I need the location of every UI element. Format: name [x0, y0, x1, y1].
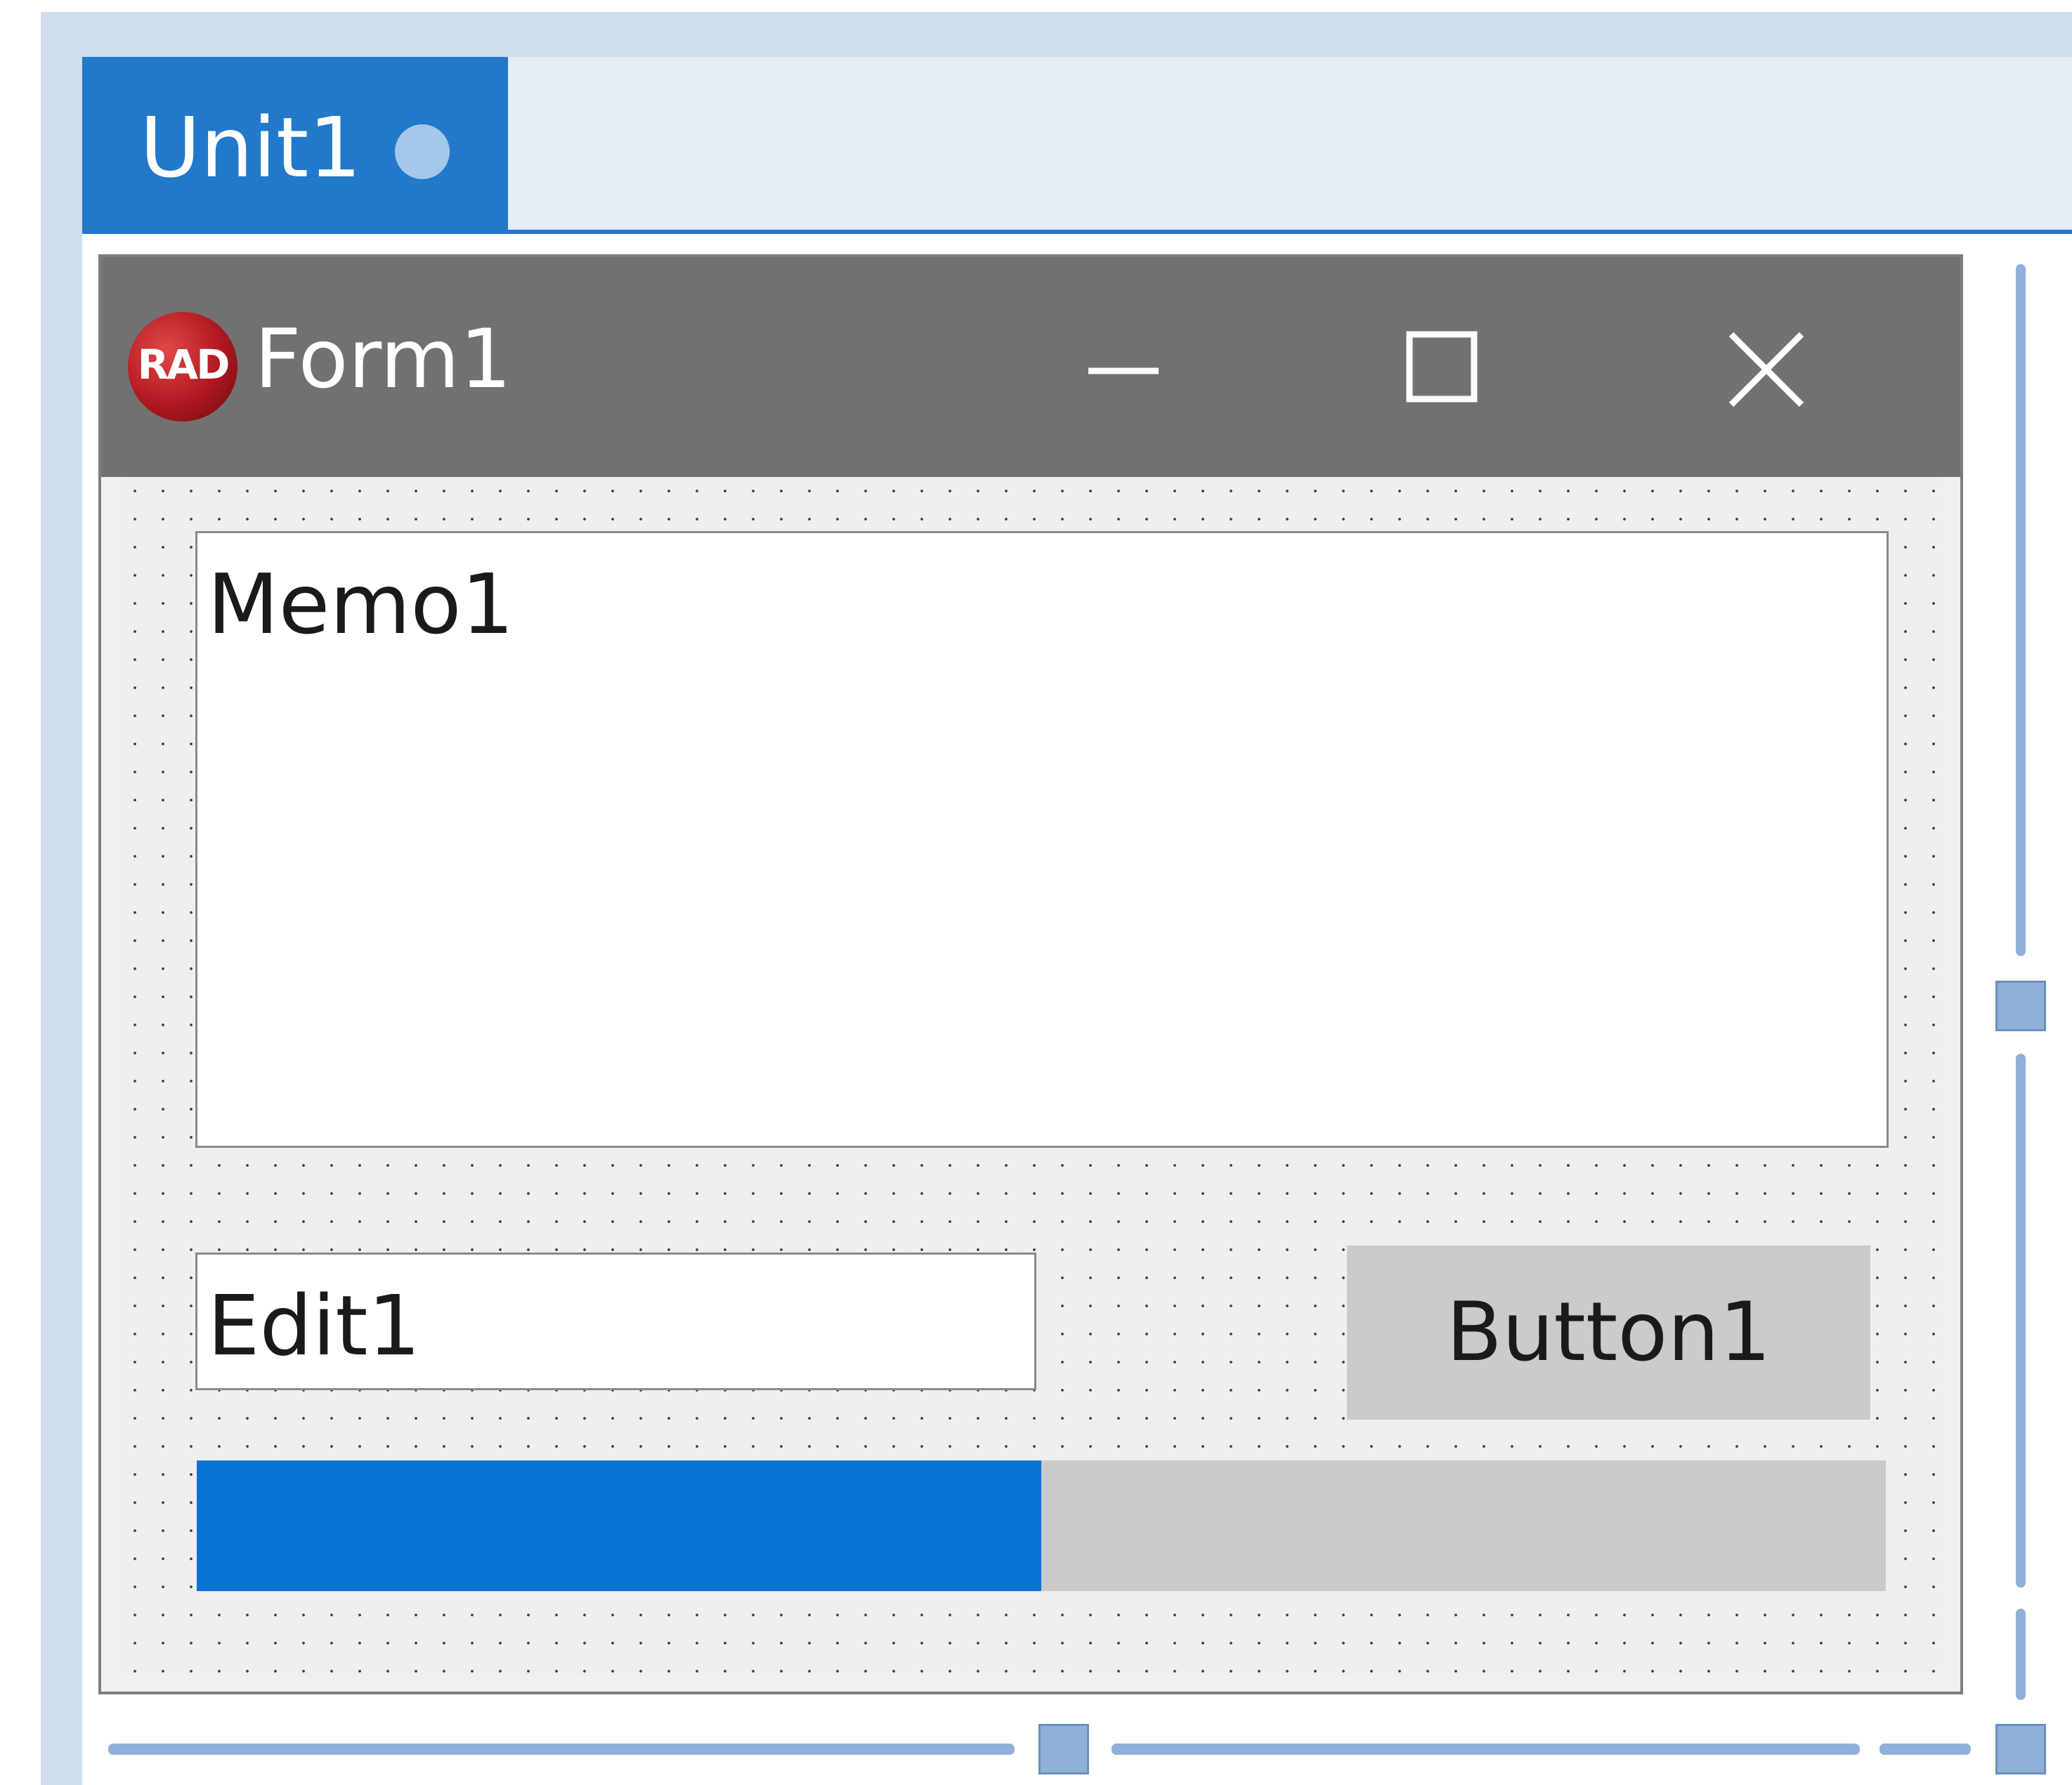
- resize-guide-right-top: [2016, 264, 2026, 956]
- resize-guide-bottom-left: [108, 1744, 1015, 1755]
- form-title: Form1: [254, 312, 512, 407]
- edit-value: Edit1: [207, 1277, 421, 1374]
- tab-unit1[interactable]: Unit1: [82, 57, 508, 233]
- rad-logo-icon: RAD: [128, 312, 237, 421]
- resize-guide-right-mid: [2016, 1054, 2026, 1588]
- resize-guide-bottom-right: [1112, 1744, 1860, 1755]
- tab-label: Unit1: [140, 99, 362, 196]
- memo-text: Memo1: [207, 556, 514, 653]
- resize-guide-bottom-corner: [1879, 1744, 1971, 1755]
- close-button[interactable]: [1710, 313, 1823, 426]
- form-client-area[interactable]: Memo1 Edit1 Button1: [121, 477, 1943, 1675]
- progress-bar[interactable]: [197, 1460, 1886, 1591]
- modified-dot-icon: [395, 124, 450, 179]
- form-titlebar[interactable]: RAD Form1: [101, 257, 1960, 477]
- maximize-icon: [1406, 331, 1478, 403]
- maximize-button[interactable]: [1387, 313, 1499, 426]
- resize-guide-right-bottom: [2016, 1609, 2026, 1700]
- ide-form-designer: Unit1 RAD Form1 Memo1 Edit1 Button1: [0, 0, 2072, 1785]
- minimize-icon: [1088, 367, 1159, 374]
- resize-handle-right[interactable]: [1995, 981, 2046, 1031]
- resize-handle-bottom[interactable]: [1038, 1724, 1089, 1774]
- edit1-input[interactable]: Edit1: [195, 1253, 1036, 1390]
- memo1[interactable]: Memo1: [195, 531, 1889, 1148]
- resize-handle-corner[interactable]: [1995, 1724, 2046, 1774]
- button1[interactable]: Button1: [1347, 1245, 1870, 1420]
- close-icon: [1728, 332, 1804, 407]
- form-window[interactable]: RAD Form1 Memo1 Edit1 Button1: [98, 254, 1963, 1694]
- rad-logo-text: RAD: [137, 341, 230, 388]
- progress-fill: [197, 1460, 1041, 1591]
- minimize-button[interactable]: [1067, 313, 1180, 426]
